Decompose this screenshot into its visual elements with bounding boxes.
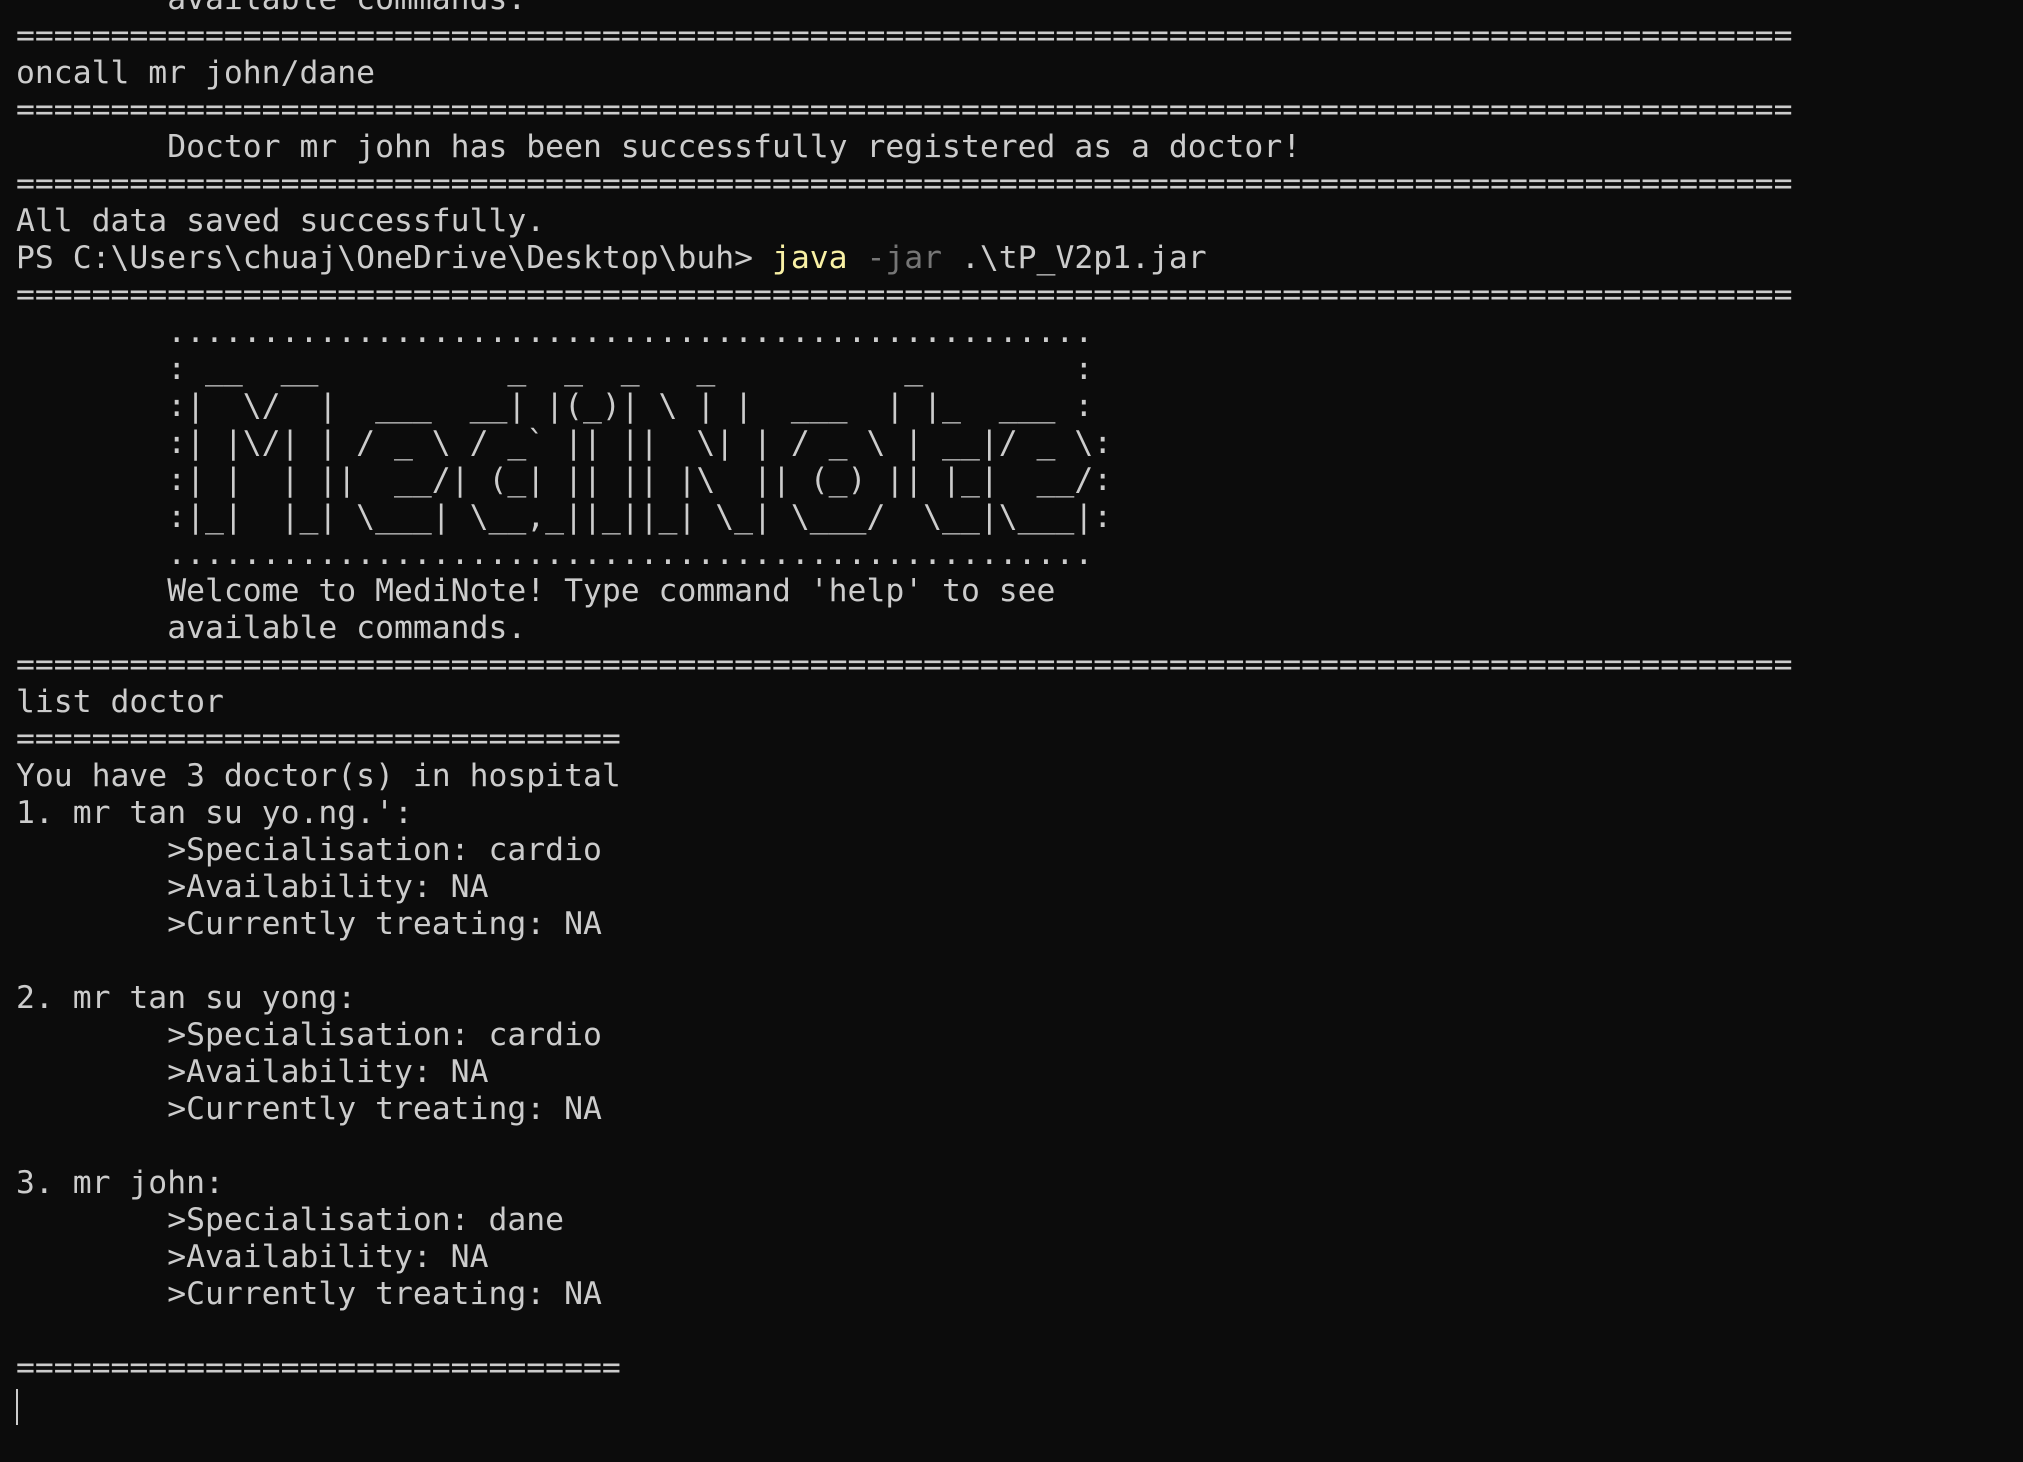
prompt-command: java bbox=[771, 240, 848, 276]
doctor-detail-line: >Availability: NA bbox=[16, 1054, 489, 1090]
terminal-line: Doctor mr john has been successfully reg… bbox=[16, 129, 1302, 165]
terminal-line: All data saved successfully. bbox=[16, 203, 546, 239]
doctor-detail-line: >Currently treating: NA bbox=[16, 1091, 602, 1127]
separator-line: ================================ bbox=[16, 721, 621, 757]
ascii-banner-line: :| |\/| | / _ \ / _` || || \| | / _ \ | … bbox=[16, 425, 1113, 461]
user-command-line: list doctor bbox=[16, 684, 224, 720]
doctor-detail-line: >Availability: NA bbox=[16, 869, 489, 905]
doctor-detail-line: >Specialisation: cardio bbox=[16, 1017, 602, 1053]
terminal-line: oncall mr john/dane bbox=[16, 55, 376, 91]
terminal-line: available commands. bbox=[16, 0, 1792, 18]
ascii-banner-line: ........................................… bbox=[16, 314, 1094, 350]
doctor-entry-title: 2. mr tan su yong: bbox=[16, 980, 357, 1016]
doctor-detail-line: >Specialisation: cardio bbox=[16, 832, 602, 868]
doctor-entry-title: 3. mr john: bbox=[16, 1165, 224, 1201]
welcome-line: Welcome to MediNote! Type command 'help'… bbox=[16, 573, 1056, 609]
ascii-banner-line: :| \/ | ___ __| |(_)| \ | | ___ | |_ ___… bbox=[16, 388, 1094, 424]
prompt-line: PS C:\Users\chuaj\OneDrive\Desktop\buh> … bbox=[16, 240, 1792, 277]
ascii-banner-line: :|_| |_| \___| \__,_||_||_| \_| \___/ \_… bbox=[16, 499, 1113, 535]
separator-line: ========================================… bbox=[16, 277, 1793, 313]
separator-line: ================================ bbox=[16, 1350, 621, 1386]
ascii-banner-line: :| | | || __/| (_| || || |\ || (_) || |_… bbox=[16, 462, 1113, 498]
input-line[interactable] bbox=[16, 1387, 1792, 1425]
doctor-detail-line: >Currently treating: NA bbox=[16, 1276, 602, 1312]
separator-line: ========================================… bbox=[16, 92, 1793, 128]
prompt-flag: -jar bbox=[847, 240, 943, 276]
doctor-count-line: You have 3 doctor(s) in hospital bbox=[16, 758, 621, 794]
doctor-detail-line: >Availability: NA bbox=[16, 1239, 489, 1275]
ascii-banner-line: : __ __ _ _ _ _ _ : bbox=[16, 351, 1094, 387]
terminal-window[interactable]: available commands.=====================… bbox=[0, 0, 2023, 1462]
text-cursor bbox=[16, 1389, 18, 1425]
separator-line: ========================================… bbox=[16, 166, 1793, 202]
terminal-output: available commands.=====================… bbox=[16, 0, 1793, 1425]
welcome-line: available commands. bbox=[16, 610, 527, 646]
separator-line: ========================================… bbox=[16, 647, 1793, 683]
separator-line: ========================================… bbox=[16, 18, 1793, 54]
ascii-banner-line: ........................................… bbox=[16, 536, 1094, 572]
doctor-entry-title: 1. mr tan su yo.ng.': bbox=[16, 795, 413, 831]
prompt-path: PS C:\Users\chuaj\OneDrive\Desktop\buh> bbox=[16, 240, 772, 276]
prompt-argument: .\tP_V2p1.jar bbox=[942, 240, 1207, 276]
doctor-detail-line: >Currently treating: NA bbox=[16, 906, 602, 942]
doctor-detail-line: >Specialisation: dane bbox=[16, 1202, 565, 1238]
